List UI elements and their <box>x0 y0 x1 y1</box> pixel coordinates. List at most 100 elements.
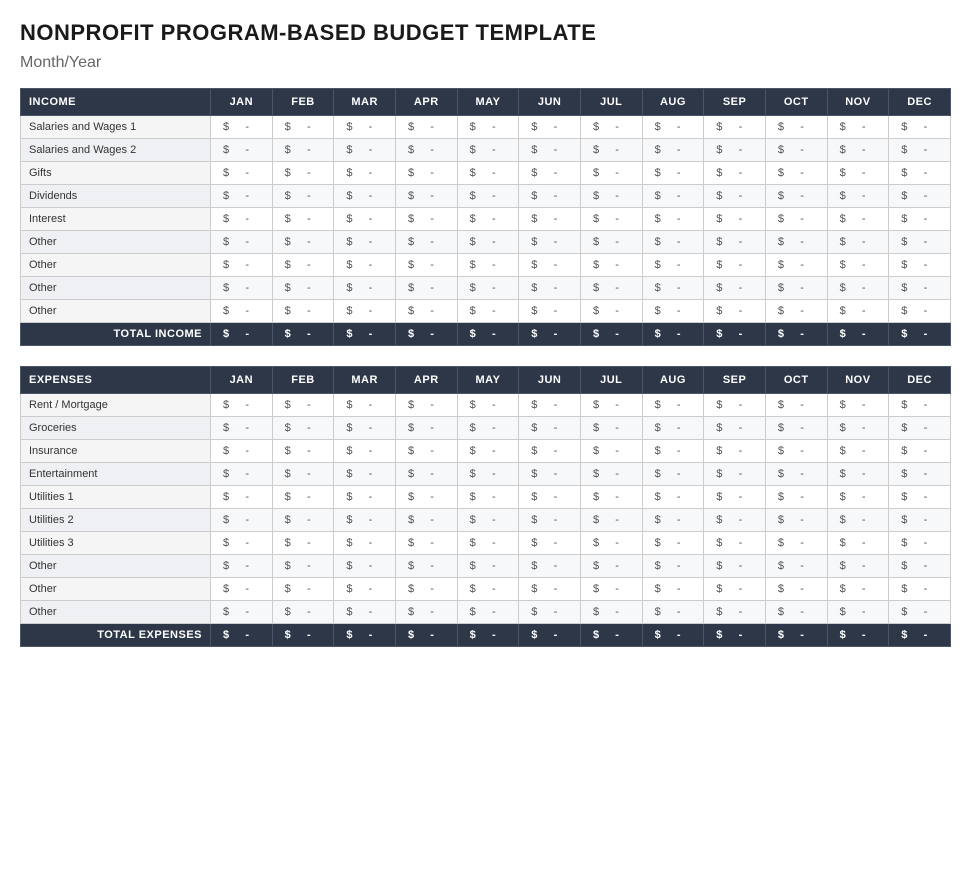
value-cell[interactable]: $- <box>827 139 889 162</box>
value-cell[interactable]: $- <box>642 254 704 277</box>
value-cell[interactable]: $- <box>211 601 273 624</box>
value-cell[interactable]: $- <box>889 486 951 509</box>
value-cell[interactable]: $- <box>457 185 519 208</box>
value-cell[interactable]: $- <box>395 162 457 185</box>
value-cell[interactable]: $- <box>580 555 642 578</box>
value-cell[interactable]: $- <box>519 254 581 277</box>
value-cell[interactable]: $- <box>334 440 396 463</box>
value-cell[interactable]: $- <box>457 162 519 185</box>
value-cell[interactable]: $- <box>704 578 766 601</box>
value-cell[interactable]: $- <box>704 532 766 555</box>
value-cell[interactable]: $- <box>704 254 766 277</box>
value-cell[interactable]: $- <box>334 185 396 208</box>
value-cell[interactable]: $- <box>457 486 519 509</box>
value-cell[interactable]: $- <box>827 440 889 463</box>
value-cell[interactable]: $- <box>704 463 766 486</box>
value-cell[interactable]: $- <box>889 601 951 624</box>
value-cell[interactable]: $- <box>211 116 273 139</box>
value-cell[interactable]: $- <box>519 417 581 440</box>
value-cell[interactable]: $- <box>334 300 396 323</box>
value-cell[interactable]: $- <box>642 300 704 323</box>
value-cell[interactable]: $- <box>642 139 704 162</box>
value-cell[interactable]: $- <box>272 463 334 486</box>
value-cell[interactable]: $- <box>211 555 273 578</box>
value-cell[interactable]: $- <box>889 417 951 440</box>
value-cell[interactable]: $- <box>642 417 704 440</box>
value-cell[interactable]: $- <box>334 463 396 486</box>
value-cell[interactable]: $- <box>272 417 334 440</box>
value-cell[interactable]: $- <box>704 440 766 463</box>
value-cell[interactable]: $- <box>765 300 827 323</box>
value-cell[interactable]: $- <box>457 601 519 624</box>
value-cell[interactable]: $- <box>642 394 704 417</box>
value-cell[interactable]: $- <box>457 139 519 162</box>
value-cell[interactable]: $- <box>580 185 642 208</box>
value-cell[interactable]: $- <box>272 486 334 509</box>
value-cell[interactable]: $- <box>211 509 273 532</box>
value-cell[interactable]: $- <box>827 394 889 417</box>
value-cell[interactable]: $- <box>211 162 273 185</box>
value-cell[interactable]: $- <box>334 162 396 185</box>
value-cell[interactable]: $- <box>889 231 951 254</box>
value-cell[interactable]: $- <box>395 509 457 532</box>
value-cell[interactable]: $- <box>765 509 827 532</box>
value-cell[interactable]: $- <box>395 300 457 323</box>
value-cell[interactable]: $- <box>395 277 457 300</box>
value-cell[interactable]: $- <box>827 486 889 509</box>
value-cell[interactable]: $- <box>334 555 396 578</box>
value-cell[interactable]: $- <box>765 277 827 300</box>
value-cell[interactable]: $- <box>272 532 334 555</box>
value-cell[interactable]: $- <box>889 277 951 300</box>
value-cell[interactable]: $- <box>765 394 827 417</box>
value-cell[interactable]: $- <box>272 139 334 162</box>
value-cell[interactable]: $- <box>272 277 334 300</box>
value-cell[interactable]: $- <box>827 277 889 300</box>
value-cell[interactable]: $- <box>642 509 704 532</box>
value-cell[interactable]: $- <box>889 254 951 277</box>
value-cell[interactable]: $- <box>395 139 457 162</box>
value-cell[interactable]: $- <box>827 509 889 532</box>
value-cell[interactable]: $- <box>580 417 642 440</box>
value-cell[interactable]: $- <box>704 555 766 578</box>
value-cell[interactable]: $- <box>519 555 581 578</box>
value-cell[interactable]: $- <box>334 601 396 624</box>
value-cell[interactable]: $- <box>457 555 519 578</box>
value-cell[interactable]: $- <box>519 116 581 139</box>
value-cell[interactable]: $- <box>642 185 704 208</box>
value-cell[interactable]: $- <box>395 116 457 139</box>
value-cell[interactable]: $- <box>211 139 273 162</box>
value-cell[interactable]: $- <box>642 555 704 578</box>
value-cell[interactable]: $- <box>519 231 581 254</box>
value-cell[interactable]: $- <box>889 208 951 231</box>
value-cell[interactable]: $- <box>395 254 457 277</box>
value-cell[interactable]: $- <box>580 277 642 300</box>
value-cell[interactable]: $- <box>519 162 581 185</box>
value-cell[interactable]: $- <box>395 417 457 440</box>
value-cell[interactable]: $- <box>580 394 642 417</box>
value-cell[interactable]: $- <box>334 532 396 555</box>
value-cell[interactable]: $- <box>272 440 334 463</box>
value-cell[interactable]: $- <box>519 486 581 509</box>
value-cell[interactable]: $- <box>211 300 273 323</box>
value-cell[interactable]: $- <box>704 300 766 323</box>
value-cell[interactable]: $- <box>765 231 827 254</box>
value-cell[interactable]: $- <box>827 116 889 139</box>
value-cell[interactable]: $- <box>519 509 581 532</box>
value-cell[interactable]: $- <box>827 532 889 555</box>
value-cell[interactable]: $- <box>580 486 642 509</box>
value-cell[interactable]: $- <box>704 116 766 139</box>
value-cell[interactable]: $- <box>519 463 581 486</box>
value-cell[interactable]: $- <box>889 185 951 208</box>
value-cell[interactable]: $- <box>580 509 642 532</box>
value-cell[interactable]: $- <box>642 532 704 555</box>
value-cell[interactable]: $- <box>272 601 334 624</box>
value-cell[interactable]: $- <box>211 532 273 555</box>
value-cell[interactable]: $- <box>519 601 581 624</box>
value-cell[interactable]: $- <box>827 417 889 440</box>
value-cell[interactable]: $- <box>457 532 519 555</box>
value-cell[interactable]: $- <box>272 208 334 231</box>
value-cell[interactable]: $- <box>889 139 951 162</box>
value-cell[interactable]: $- <box>580 463 642 486</box>
value-cell[interactable]: $- <box>457 300 519 323</box>
value-cell[interactable]: $- <box>519 139 581 162</box>
